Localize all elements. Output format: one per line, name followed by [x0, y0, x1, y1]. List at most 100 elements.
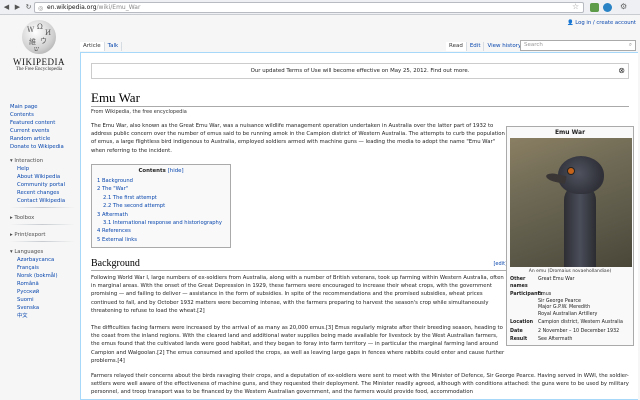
article-paragraph: Following World War I, large numbers of …	[91, 275, 504, 314]
toc-item[interactable]: 5 External links	[97, 236, 225, 244]
infobox: Emu War An emu (Dromaius novaehollandiae…	[506, 126, 634, 346]
forward-icon[interactable]: ▶	[13, 3, 22, 12]
article-intro: The Emu War, also known as the Great Emu…	[91, 123, 505, 154]
divider	[91, 106, 629, 107]
sidebar-item-language[interactable]: Română	[10, 280, 80, 288]
logo-tagline: The Free Encyclopedia	[15, 67, 63, 72]
sidebar-item-contact[interactable]: Contact Wikipedia	[10, 197, 80, 205]
sidebar-section-toolbox[interactable]: ▸ Toolbox	[10, 214, 80, 222]
extension-icon-2[interactable]	[603, 3, 612, 12]
login-link[interactable]: 👤 Log in / create account	[567, 20, 636, 26]
divider	[10, 207, 75, 208]
namespace-tabs: Article Talk	[80, 42, 123, 51]
sidebar-item-language[interactable]: Svenska	[10, 304, 80, 312]
sidebar-item-donate[interactable]: Donate to Wikipedia	[10, 143, 80, 151]
sidebar-item-random[interactable]: Random article	[10, 135, 80, 143]
login-link-label: Log in / create account	[575, 20, 636, 26]
sidebar-item-current-events[interactable]: Current events	[10, 127, 80, 135]
infobox-caption: An emu (Dromaius novaehollandiae)	[528, 269, 612, 274]
article-paragraph: The difficulties facing farmers were inc…	[91, 325, 505, 364]
sidebar-section-label: Toolbox	[14, 215, 35, 221]
infobox-key: Participants	[510, 292, 543, 297]
infobox-key: Location	[510, 320, 534, 325]
address-bar[interactable]: ◎ en.wikipedia.org/wiki/Emu_War	[34, 2, 584, 13]
puzzle-globe-icon: WΩИ 維ウש	[22, 20, 56, 54]
sidebar-item-community[interactable]: Community portal	[10, 181, 80, 189]
toc-header: Contents [hide]	[97, 168, 225, 174]
infobox-row: Date 2 November – 10 December 1932	[507, 328, 633, 337]
sidebar: Main page Contents Featured content Curr…	[10, 103, 80, 320]
sidebar-section-interaction[interactable]: ▾ Interaction	[10, 157, 80, 165]
extension-icon[interactable]	[590, 3, 599, 12]
url-host: en.wikipedia.org	[47, 4, 97, 11]
sidebar-item-language[interactable]: Azərbaycanca	[10, 256, 80, 264]
page-title: Emu War	[91, 90, 140, 105]
table-of-contents: Contents [hide] 1 Background 2 The "War" 2…	[91, 164, 231, 249]
sidebar-item-main-page[interactable]: Main page	[10, 103, 80, 111]
wikipedia-logo[interactable]: WΩИ 維ウש WIKIPEDIA The Free Encyclopedia	[5, 20, 73, 80]
infobox-key: Date	[510, 328, 523, 334]
article-paragraph: Farmers relayed their concerns about the…	[91, 373, 629, 396]
view-tabs: Read Edit View history	[446, 42, 526, 51]
toc-item[interactable]: 4 References	[97, 227, 225, 235]
tab-read[interactable]: Read	[446, 42, 467, 51]
emu-eye	[568, 168, 574, 174]
wrench-icon[interactable]: ⚙	[620, 2, 627, 11]
search-icon[interactable]: ⌕	[629, 41, 632, 50]
infobox-key: Result	[510, 337, 528, 342]
sidebar-item-help[interactable]: Help	[10, 165, 80, 173]
site-notice: Our updated Terms of Use will become eff…	[91, 63, 629, 79]
infobox-value: Emus Sir George Pearce Major G.P.W. Mere…	[538, 292, 598, 317]
url-path: /wiki/Emu_War	[96, 4, 141, 11]
infobox-title: Emu War	[554, 129, 586, 136]
sidebar-item-language[interactable]: 中文	[10, 312, 80, 320]
infobox-key: Other names	[510, 277, 528, 289]
sidebar-item-language[interactable]: Norsk (bokmål)	[10, 272, 80, 280]
tab-article[interactable]: Article	[80, 42, 105, 51]
sidebar-item-contents[interactable]: Contents	[10, 111, 80, 119]
infobox-rows: Other names Great Emu War Participants Emus…	[507, 276, 633, 345]
infobox-row: Result See Aftermath	[507, 336, 633, 345]
logo-wordmark: WIKIPEDIA	[13, 57, 65, 67]
sidebar-section-label: Print/export	[14, 232, 46, 238]
search-input[interactable]: Search ⌕	[520, 40, 636, 51]
toc-item[interactable]: 1 Background	[97, 177, 225, 185]
infobox-value: Great Emu War	[538, 277, 575, 282]
tab-talk[interactable]: Talk	[105, 42, 123, 51]
toc-item[interactable]: 3.1 International response and historiog…	[97, 219, 225, 227]
sidebar-section-label: Interaction	[14, 158, 44, 164]
search-placeholder: Search	[524, 42, 543, 48]
section-heading: Background [edit]	[91, 258, 507, 271]
content-area: Our updated Terms of Use will become eff…	[80, 52, 638, 400]
section-edit-link[interactable]: [edit]	[493, 261, 507, 267]
back-icon[interactable]: ◀	[2, 3, 11, 12]
sidebar-section-print[interactable]: ▸ Print/export	[10, 231, 80, 239]
section-heading-label: Background	[91, 258, 140, 269]
divider	[10, 241, 75, 242]
sidebar-item-language[interactable]: Русский	[10, 288, 80, 296]
infobox-value: 2 November – 10 December 1932	[538, 328, 620, 334]
sidebar-item-language[interactable]: Français	[10, 264, 80, 272]
emu-photo[interactable]	[510, 138, 632, 267]
reload-icon[interactable]: ↻	[24, 3, 33, 12]
toc-list: 1 Background 2 The "War" 2.1 The first att…	[97, 177, 225, 244]
infobox-row: Location Campion district, Western Austra…	[507, 319, 633, 328]
infobox-value: See Aftermath	[538, 337, 573, 342]
toc-hide-link[interactable]: [hide]	[168, 168, 184, 174]
infobox-value: Campion district, Western Australia	[538, 320, 623, 325]
bookmark-star-icon[interactable]: ☆	[572, 2, 579, 11]
sidebar-item-featured[interactable]: Featured content	[10, 119, 80, 127]
toc-item[interactable]: 2.2 The second attempt	[97, 202, 225, 210]
sidebar-section-languages[interactable]: ▾ Languages	[10, 248, 80, 256]
toc-item[interactable]: 2.1 The first attempt	[97, 194, 225, 202]
site-sub: From Wikipedia, the free encyclopedia	[91, 109, 187, 115]
user-icon: 👤	[566, 20, 574, 26]
toc-item[interactable]: 3 Aftermath	[97, 211, 225, 219]
toc-item[interactable]: 2 The "War"	[97, 185, 225, 193]
sidebar-item-about[interactable]: About Wikipedia	[10, 173, 80, 181]
tab-edit[interactable]: Edit	[467, 42, 485, 51]
sidebar-item-recent-changes[interactable]: Recent changes	[10, 189, 80, 197]
sidebar-item-language[interactable]: Suomi	[10, 296, 80, 304]
divider	[10, 224, 75, 225]
close-icon[interactable]: ⊗	[618, 64, 625, 78]
